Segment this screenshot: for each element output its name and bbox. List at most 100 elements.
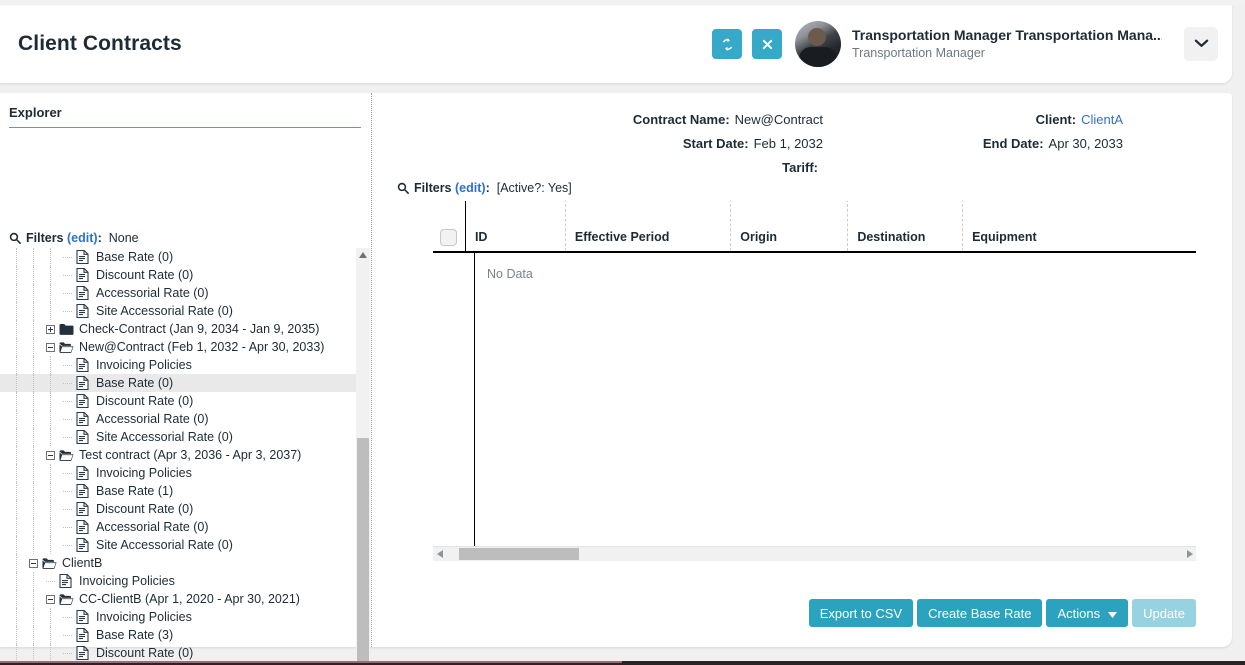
refresh-icon: [720, 37, 735, 52]
tree-leaf-connector: [63, 274, 72, 276]
user-menu-button[interactable]: [1184, 27, 1218, 61]
tree-guide-line: [50, 284, 51, 302]
contract-meta-value: Feb 1, 2032: [753, 135, 823, 151]
tree-guide-line: [50, 248, 51, 266]
close-icon: [761, 38, 774, 51]
tree-node[interactable]: Accessorial Rate (0): [0, 410, 356, 428]
tree-guide-line: [50, 608, 51, 626]
tree-node[interactable]: Base Rate (0): [0, 248, 356, 266]
close-button[interactable]: [752, 29, 782, 59]
tree-leaf-connector: [63, 634, 72, 636]
tree-node[interactable]: Accessorial Rate (0): [0, 518, 356, 536]
document-icon: [76, 430, 91, 444]
detail-filters: Filters (edit) : [Active?: Yes]: [397, 181, 572, 195]
tree-collapse-icon[interactable]: [46, 342, 55, 352]
detail-filters-edit-link[interactable]: (edit): [455, 181, 486, 195]
tree-node[interactable]: Check-Contract (Jan 9, 2034 - Jan 9, 203…: [0, 320, 356, 338]
button-label: Update: [1143, 605, 1185, 621]
document-icon: [76, 628, 91, 642]
table-column-header[interactable]: Effective Period: [564, 201, 730, 251]
document-icon: [59, 574, 74, 588]
tree-collapse-icon[interactable]: [29, 558, 38, 568]
contract-meta-value: Apr 30, 2033: [1048, 135, 1123, 151]
tree-node-label: Site Accessorial Rate (0): [96, 430, 233, 444]
table-scroll-thumb[interactable]: [459, 548, 579, 560]
contract-meta-field: Tariff:: [373, 160, 823, 175]
tree-guide-line: [33, 356, 34, 374]
tree-node[interactable]: Site Accessorial Rate (0): [0, 536, 356, 554]
tree-node[interactable]: Base Rate (3): [0, 626, 356, 644]
tree-guide-line: [16, 374, 17, 392]
tree-node[interactable]: ClientB: [0, 554, 356, 572]
contract-meta-value: New@Contract: [734, 111, 823, 127]
tree-guide-line: [33, 590, 34, 608]
tree-node-label: Discount Rate (0): [96, 394, 194, 408]
tree-guide-line: [33, 536, 34, 554]
select-all-checkbox[interactable]: [440, 229, 458, 246]
tree-leaf-connector: [63, 400, 72, 402]
contract-meta-key: Client:: [1035, 111, 1077, 127]
tree-leaf-connector: [63, 472, 72, 474]
tree-node[interactable]: Discount Rate (0): [0, 392, 356, 410]
explorer-pane: Explorer Filters (edit) : None Base Rate…: [0, 93, 372, 665]
tree-node[interactable]: Invoicing Policies: [0, 356, 356, 374]
tree-node[interactable]: Invoicing Policies: [0, 464, 356, 482]
tree-guide-line: [33, 626, 34, 644]
tree-guide-line: [16, 518, 17, 536]
tree-node-label: Discount Rate (0): [96, 268, 194, 282]
tree-expand-icon[interactable]: [46, 324, 55, 334]
tree-node[interactable]: Site Accessorial Rate (0): [0, 428, 356, 446]
tree-node[interactable]: Base Rate (0): [0, 374, 356, 392]
tree-collapse-icon[interactable]: [46, 450, 55, 460]
tree-node[interactable]: Test contract (Apr 3, 2036 - Apr 3, 2037…: [0, 446, 356, 464]
tree-guide-line: [16, 572, 17, 590]
contract-meta-value[interactable]: ClientA: [1081, 112, 1123, 127]
tree-node[interactable]: CC-ClientB (Apr 1, 2020 - Apr 30, 2021): [0, 590, 356, 608]
refresh-button[interactable]: [712, 29, 742, 59]
tree-node[interactable]: Accessorial Rate (0): [0, 284, 356, 302]
table-header-row: ID Effective Period Origin Destination Equip…: [433, 201, 1196, 253]
explorer-filters: Filters (edit) : None: [9, 230, 139, 246]
tree-node[interactable]: Discount Rate (0): [0, 644, 356, 662]
tree-guide-line: [16, 266, 17, 284]
explorer-filters-edit-link[interactable]: (edit): [67, 231, 98, 245]
tree-node[interactable]: Discount Rate (0): [0, 266, 356, 284]
tree-node[interactable]: Discount Rate (0): [0, 500, 356, 518]
select-all-cell: [433, 201, 465, 251]
export-to-csv-button[interactable]: Export to CSV: [808, 599, 914, 627]
table-column-header[interactable]: Destination: [847, 201, 962, 251]
detail-filters-colon: :: [485, 181, 490, 195]
tree-node[interactable]: Invoicing Policies: [0, 572, 356, 590]
tree-leaf-connector: [63, 490, 72, 492]
avatar: [795, 21, 841, 67]
tree-guide-line: [33, 284, 34, 302]
tree-node-label: Accessorial Rate (0): [96, 520, 209, 534]
document-icon: [76, 286, 91, 300]
tree-vertical-scrollbar[interactable]: [356, 248, 370, 665]
tree-node[interactable]: Invoicing Policies: [0, 608, 356, 626]
table-column-header[interactable]: Equipment: [962, 201, 1196, 251]
table-horizontal-scrollbar[interactable]: [433, 546, 1196, 561]
table-column-header-label: Destination: [857, 230, 926, 244]
table-scroll-left-button[interactable]: [433, 547, 446, 561]
tree-guide-line: [16, 392, 17, 410]
tree-leaf-connector: [63, 508, 72, 510]
tree-guide-line: [16, 320, 17, 338]
tree-node[interactable]: Site Accessorial Rate (0): [0, 302, 356, 320]
tree-guide-line: [33, 644, 34, 662]
tree-collapse-icon[interactable]: [46, 594, 55, 604]
tree-node[interactable]: New@Contract (Feb 1, 2032 - Apr 30, 2033…: [0, 338, 356, 356]
tree-scroll-thumb[interactable]: [357, 438, 369, 665]
tree-scroll-up-button[interactable]: [356, 248, 370, 262]
taskbar-strip: [0, 661, 1245, 665]
table-column-header[interactable]: Origin: [730, 201, 847, 251]
create-base-rate-button[interactable]: Create Base Rate: [917, 599, 1043, 627]
tree-node[interactable]: Base Rate (1): [0, 482, 356, 500]
chevron-down-icon: [1108, 606, 1118, 621]
actions-button[interactable]: Actions: [1046, 599, 1129, 627]
tree-node-label: Invoicing Policies: [96, 358, 192, 372]
tree-node-label: Base Rate (0): [96, 250, 174, 264]
table-column-header[interactable]: ID: [464, 201, 565, 251]
tree-node-label: Test contract (Apr 3, 2036 - Apr 3, 2037…: [79, 448, 302, 462]
table-scroll-right-button[interactable]: [1183, 547, 1196, 561]
